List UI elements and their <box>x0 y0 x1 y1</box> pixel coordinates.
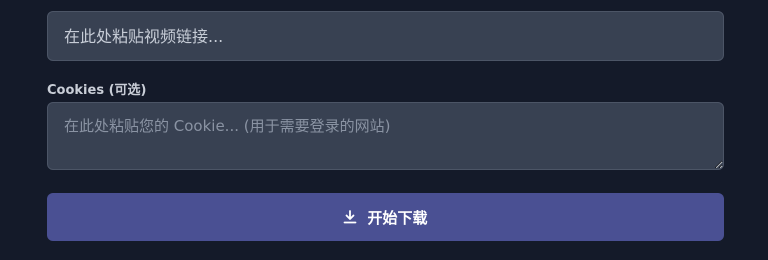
start-download-label: 开始下载 <box>367 208 428 227</box>
start-download-button[interactable]: 开始下载 <box>47 193 724 241</box>
download-icon <box>343 210 357 224</box>
video-url-input[interactable] <box>47 11 724 61</box>
cookies-label: Cookies (可选) <box>47 83 147 98</box>
cookies-textarea[interactable] <box>47 102 724 170</box>
